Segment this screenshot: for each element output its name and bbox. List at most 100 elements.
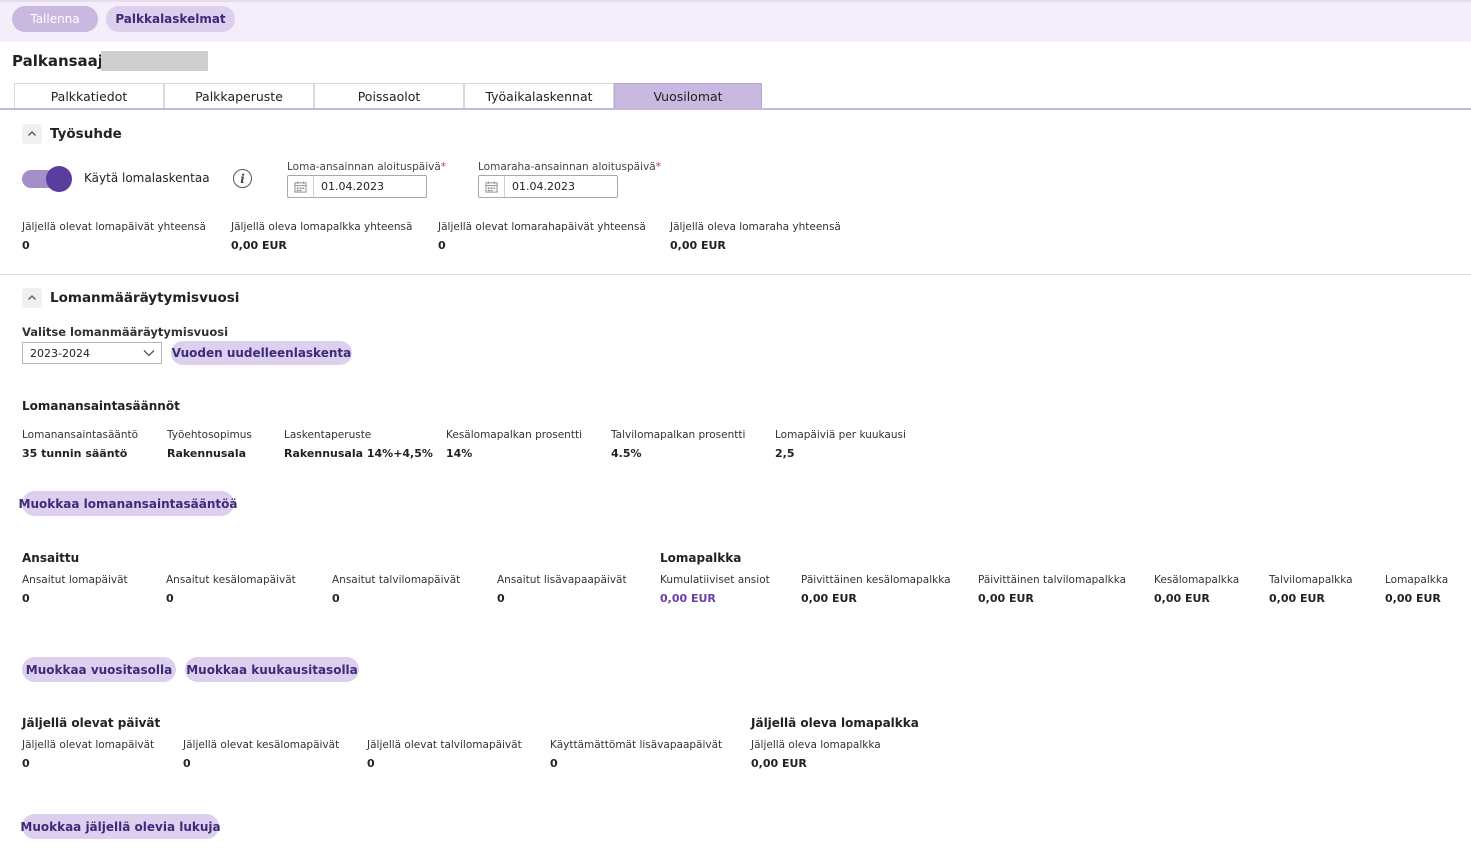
holiday-pay-value: 0,00 EUR [1154,592,1210,605]
edit-yearly-button[interactable]: Muokkaa vuositasolla [22,657,176,682]
earned-item: Ansaitut kesälomapäivät 0 [166,574,296,605]
summary-remaining-days: Jäljellä olevat lomapäivät yhteensä 0 [22,221,206,252]
calendar-icon[interactable] [288,176,314,197]
remaining-label: Jäljellä olevat lomapäivät [22,739,155,751]
holiday-pay-label: Päivittäinen kesälomapalkka [801,574,951,586]
edit-remaining-button[interactable]: Muokkaa jäljellä olevia lukuja [20,814,221,839]
holiday-year-section-header[interactable]: Lomanmääräytymisvuosi [22,288,239,308]
holiday-pay-item: Kumulatiiviset ansiot 0,00 EUR [660,574,770,605]
summary-label: Jäljellä olevat lomarahapäivät yhteensä [438,221,646,233]
rule-label: Lomanansaintasääntö [22,429,139,441]
remaining-label: Jäljellä olevat talvilomapäivät [367,739,522,751]
rule-item: Laskentaperuste Rakennusala 14%+4,5% [284,429,433,460]
employment-section-header[interactable]: Työsuhde [22,124,122,144]
earned-item: Ansaitut talvilomapäivät 0 [332,574,460,605]
rule-label: Työehtosopimus [167,429,252,441]
section-divider [0,274,1471,275]
year-select-value: 2023-2024 [30,346,90,360]
remaining-days-item: Jäljellä olevat kesälomapäivät 0 [183,739,339,770]
tab-palkkaperuste[interactable]: Palkkaperuste [164,83,314,109]
holiday-pay-accrual-start-value: 01.04.2023 [512,180,575,193]
tab-palkkatiedot[interactable]: Palkkatiedot [14,83,164,109]
summary-value: 0 [438,239,446,252]
holiday-pay-label: Kumulatiiviset ansiot [660,574,770,586]
earned-label: Ansaitut talvilomapäivät [332,574,461,586]
tab-poissaolot[interactable]: Poissaolot [314,83,464,109]
holiday-pay-value: 0,00 EUR [801,592,857,605]
holiday-pay-value[interactable]: 0,00 EUR [660,592,770,605]
summary-remaining-bonus: Jäljellä oleva lomaraha yhteensä 0,00 EU… [670,221,841,252]
holiday-pay-item: Kesälomapalkka 0,00 EUR [1154,574,1239,605]
recalculate-year-button[interactable]: Vuoden uudelleenlaskenta [171,341,352,365]
save-button[interactable]: Tallenna [12,6,98,32]
rule-value: 2,5 [775,447,795,460]
employee-name-redacted [101,51,208,71]
holiday-pay-accrual-start-field[interactable]: 01.04.2023 [478,175,618,198]
holiday-calc-toggle-label: Käytä lomalaskentaa [84,171,210,185]
holiday-pay-label: Talvilomapalkka [1269,574,1353,586]
holiday-calc-toggle[interactable] [22,166,72,192]
remaining-value: 0 [367,757,375,770]
tab-vuosilomat[interactable]: Vuosilomat [614,83,762,109]
summary-remaining-bonus-days: Jäljellä olevat lomarahapäivät yhteensä … [438,221,646,252]
payslips-button[interactable]: Palkkalaskelmat [106,6,235,32]
rules-title: Lomanansaintasäännöt [22,399,180,413]
holiday-pay-value: 0,00 EUR [1269,592,1325,605]
earned-item: Ansaitut lomapäivät 0 [22,574,128,605]
earned-label: Ansaitut lomapäivät [22,574,128,586]
holiday-pay-label: Kesälomapalkka [1154,574,1240,586]
edit-monthly-button[interactable]: Muokkaa kuukausitasolla [185,657,359,682]
remaining-value: 0 [183,757,191,770]
chevron-up-icon[interactable] [22,288,42,308]
rule-value: 14% [446,447,473,460]
remaining-label: Käyttämättömät lisävapaapäivät [550,739,723,751]
chevron-up-icon[interactable] [22,124,42,144]
top-toolbar: Tallenna Palkkalaskelmat [0,0,1471,42]
holiday-pay-label: Päivittäinen talvilomapalkka [978,574,1127,586]
rule-item: Kesälomapalkan prosentti 14% [446,429,582,460]
holiday-pay-value: 0,00 EUR [1385,592,1441,605]
remaining-pay-title: Jäljellä oleva lomapalkka [751,716,919,730]
rule-value: 35 tunnin sääntö [22,447,128,460]
holiday-pay-item: Talvilomapalkka 0,00 EUR [1269,574,1353,605]
holiday-pay-title: Lomapalkka [660,551,742,565]
earned-item: Ansaitut lisävapaapäivät 0 [497,574,627,605]
tab-underline [0,108,1471,110]
edit-rules-button[interactable]: Muokkaa lomanansaintasääntöä [19,491,237,516]
summary-label: Jäljellä oleva lomapalkka yhteensä [231,221,413,233]
earned-label: Ansaitut lisävapaapäivät [497,574,627,586]
holiday-pay-accrual-start-label: Lomaraha-ansainnan aloituspäivä* [478,161,661,173]
chevron-down-icon [143,350,155,357]
summary-label: Jäljellä olevat lomapäivät yhteensä [22,221,206,233]
year-select[interactable]: 2023-2024 [22,342,162,364]
summary-value: 0,00 EUR [670,239,726,252]
holiday-accrual-start-label: Loma-ansainnan aloituspäivä* [287,161,447,173]
info-icon[interactable]: i [233,169,252,188]
holiday-accrual-start-field[interactable]: 01.04.2023 [287,175,427,198]
holiday-pay-item: Lomapalkka 0,00 EUR [1385,574,1448,605]
rule-label: Kesälomapalkan prosentti [446,429,582,441]
remaining-days-item: Jäljellä olevat talvilomapäivät 0 [367,739,522,770]
rule-label: Lomapäiviä per kuukausi [775,429,906,441]
remaining-days-item: Jäljellä olevat lomapäivät 0 [22,739,154,770]
rule-label: Talvilomapalkan prosentti [611,429,746,441]
rule-value: 4.5% [611,447,642,460]
year-select-label: Valitse lomanmääräytymisvuosi [22,325,229,339]
employment-section-title: Työsuhde [50,126,122,142]
remaining-days-title: Jäljellä olevat päivät [22,716,161,730]
page-title: Palkansaaja [12,52,114,70]
summary-value: 0 [22,239,30,252]
earned-label: Ansaitut kesälomapäivät [166,574,296,586]
rule-label: Laskentaperuste [284,429,372,441]
remaining-days-item: Käyttämättömät lisävapaapäivät 0 [550,739,722,770]
earned-value: 0 [332,592,340,605]
rule-value: Rakennusala 14%+4,5% [284,447,433,460]
earned-value: 0 [497,592,505,605]
tab-tyoaikalaskennat[interactable]: Työaikalaskennat [464,83,614,109]
toggle-knob [46,166,72,192]
summary-value: 0,00 EUR [231,239,287,252]
rule-item: Lomanansaintasääntö 35 tunnin sääntö [22,429,138,460]
summary-label: Jäljellä oleva lomaraha yhteensä [670,221,841,233]
calendar-icon[interactable] [479,176,505,197]
holiday-pay-label: Lomapalkka [1385,574,1449,586]
